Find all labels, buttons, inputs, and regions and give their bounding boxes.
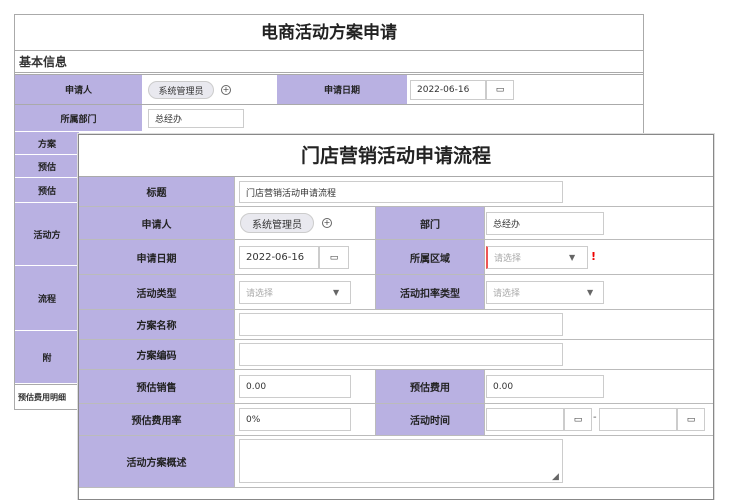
plan-name-input[interactable] [239,313,563,336]
row-estimates: 预估销售 0.00 预估费用 0.00 [79,370,713,404]
chevron-down-icon: ▼ [569,253,576,262]
row-title: 标题 门店营销活动申请流程 [79,177,713,207]
required-icon: ! [591,250,597,263]
chevron-down-icon: ▼ [333,288,340,297]
background-form-title: 电商活动方案申请 [15,15,643,51]
date-label: 申请日期 [79,240,235,274]
activity-time-label: 活动时间 [375,404,485,435]
applicant-label: 申请人 [79,207,235,239]
discount-type-placeholder: 请选择 [493,289,521,299]
row-date: 申请日期 2022-06-16 ▭ 所属区域 请选择 ▼ ! [79,240,713,275]
row-activity-type: 活动类型 请选择 ▼ 活动扣率类型 请选择 ▼ [79,275,713,310]
front-form: 门店营销活动申请流程 标题 门店营销活动申请流程 申请人 系统管理员 + 部门 … [78,134,714,500]
chevron-down-icon: ▼ [587,288,594,297]
front-form-title: 门店营销活动申请流程 [79,135,713,177]
date-input[interactable]: 2022-06-16 [239,246,319,269]
calendar-icon[interactable]: ▭ [677,408,705,431]
background-applicant-label: 申请人 [15,75,142,104]
activity-type-label: 活动类型 [79,275,235,309]
overview-textarea[interactable] [239,439,563,483]
region-label: 所属区域 [375,240,485,274]
background-date-label: 申请日期 [277,75,407,104]
calendar-icon[interactable]: ▭ [564,408,592,431]
background-row-dept: 所属部门 总经办 [15,104,643,131]
row-rate-time: 预估费用率 0% 活动时间 ▭ - ▭ [79,404,713,436]
activity-end-input[interactable] [599,408,677,431]
est-cost-rate-input[interactable]: 0% [239,408,351,431]
add-circle-icon[interactable]: + [221,85,231,95]
row-plan-code: 方案编码 [79,340,713,370]
background-dept-input[interactable]: 总经办 [148,109,244,128]
background-label-attach: 附 [15,331,79,383]
applicant-chip[interactable]: 系统管理员 [240,213,314,233]
est-cost-label: 预估费用 [375,370,485,403]
est-sales-input[interactable]: 0.00 [239,375,351,398]
background-label-est-2: 预估 [15,178,79,202]
background-label-process: 流程 [15,266,79,330]
region-placeholder: 请选择 [494,254,522,264]
row-plan-name: 方案名称 [79,310,713,340]
est-sales-label: 预估销售 [79,370,235,403]
plan-code-input[interactable] [239,343,563,366]
est-cost-input[interactable]: 0.00 [486,375,604,398]
plan-name-label: 方案名称 [79,310,235,339]
background-dept-label: 所属部门 [15,105,142,131]
resize-handle-icon[interactable]: ◢ [552,472,559,482]
plan-code-label: 方案编码 [79,340,235,369]
background-label-est-1: 预估 [15,155,79,177]
calendar-icon[interactable]: ▭ [486,80,514,100]
date-range-separator: - [593,412,597,423]
add-circle-icon[interactable]: + [322,218,332,228]
title-label: 标题 [79,177,235,206]
row-overview: 活动方案概述 ◢ [79,436,713,488]
background-row-applicant: 申请人 系统管理员 + 申请日期 2022-06-16 ▭ [15,74,643,104]
background-footer-label: 预估费用明细 [15,384,79,409]
discount-type-label: 活动扣率类型 [375,275,485,309]
activity-type-placeholder: 请选择 [246,289,274,299]
background-applicant-chip[interactable]: 系统管理员 [148,81,214,99]
overview-label: 活动方案概述 [79,436,235,487]
background-label-activity: 活动方 [15,203,79,265]
row-applicant: 申请人 系统管理员 + 部门 总经办 [79,207,713,240]
dept-input[interactable]: 总经办 [486,212,604,235]
background-section-heading: 基本信息 [15,51,643,73]
background-date-input[interactable]: 2022-06-16 [410,80,486,100]
background-label-plan: 方案 [15,132,79,154]
activity-start-input[interactable] [486,408,564,431]
calendar-icon[interactable]: ▭ [319,246,349,269]
title-input[interactable]: 门店营销活动申请流程 [239,181,563,203]
est-cost-rate-label: 预估费用率 [79,404,235,435]
dept-label: 部门 [375,207,485,239]
